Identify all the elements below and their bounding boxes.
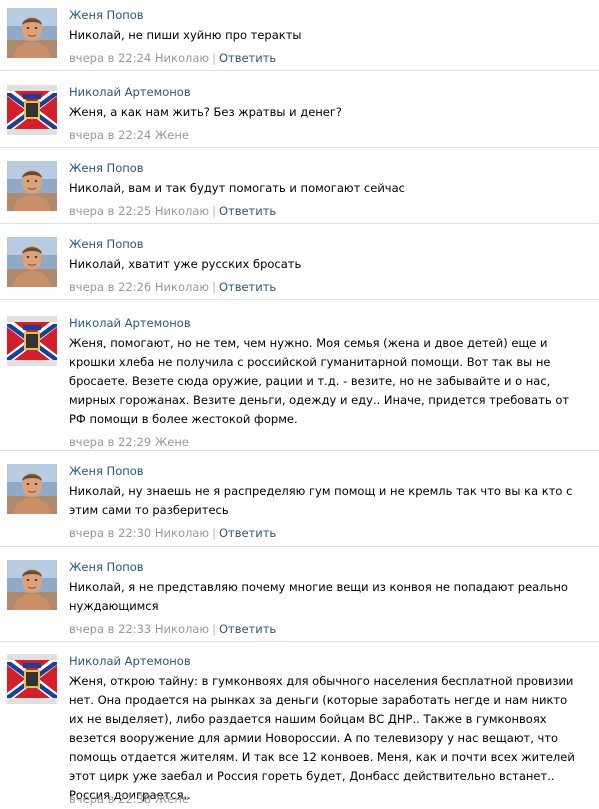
comment-addressee[interactable]: Жене xyxy=(155,792,189,806)
comment-text: Николай, не пиши хуйню про теракты xyxy=(69,28,302,42)
comment-addressee[interactable]: Николаю xyxy=(155,51,209,65)
comment-author-link[interactable]: Женя Попов xyxy=(69,560,144,574)
comment-text: Женя, помогают, но не тем, чем нужно. Мо… xyxy=(69,336,570,426)
comment-timestamp[interactable]: вчера в 22:29 xyxy=(69,435,151,449)
reply-link[interactable]: Ответить xyxy=(219,622,276,636)
comment-divider xyxy=(0,223,599,224)
comment-divider xyxy=(0,450,599,451)
meta-separator: | xyxy=(212,526,216,540)
reply-link[interactable]: Ответить xyxy=(219,204,276,218)
comment-divider xyxy=(0,70,599,71)
comment-text: Николай, я не представляю почему многие … xyxy=(69,580,568,613)
comment-addressee[interactable]: Николаю xyxy=(155,526,209,540)
comment-meta: вчера в 22:33 Николаю | Ответить xyxy=(69,622,276,636)
meta-separator: | xyxy=(212,622,216,636)
comment-text: Женя, открою тайну: в гумконвоях для обы… xyxy=(69,674,575,802)
comment-timestamp[interactable]: вчера в 22:33 xyxy=(69,622,151,636)
comment-meta: вчера в 22:29 Жене xyxy=(69,435,189,449)
comment-addressee[interactable]: Жене xyxy=(155,128,189,142)
comment-author-link[interactable]: Женя Попов xyxy=(69,464,144,478)
comment-timestamp[interactable]: вчера в 22:38 xyxy=(69,792,151,806)
meta-separator: | xyxy=(212,51,216,65)
man-photo-avatar[interactable] xyxy=(7,161,57,211)
comment-timestamp[interactable]: вчера в 22:30 xyxy=(69,526,151,540)
comment-timestamp[interactable]: вчера в 22:26 xyxy=(69,280,151,294)
comment-meta: вчера в 22:38 Жене xyxy=(69,792,189,806)
comment-meta: вчера в 22:24 Николаю | Ответить xyxy=(69,51,276,65)
comment-meta: вчера в 22:25 Николаю | Ответить xyxy=(69,204,276,218)
comment-divider xyxy=(0,299,599,300)
comment-timestamp[interactable]: вчера в 22:24 xyxy=(69,51,151,65)
reply-link[interactable]: Ответить xyxy=(219,280,276,294)
comment-meta: вчера в 22:30 Николаю | Ответить xyxy=(69,526,276,540)
novorossiya-flag-avatar[interactable] xyxy=(7,85,57,135)
reply-link[interactable]: Ответить xyxy=(219,51,276,65)
meta-separator: | xyxy=(212,280,216,294)
comment-text: Николай, хватит уже русских бросать xyxy=(69,257,302,271)
comment-addressee[interactable]: Жене xyxy=(155,435,189,449)
comment-author-link[interactable]: Женя Попов xyxy=(69,8,144,22)
comment-meta: вчера в 22:26 Николаю | Ответить xyxy=(69,280,276,294)
novorossiya-flag-avatar[interactable] xyxy=(7,316,57,366)
comment-author-link[interactable]: Женя Попов xyxy=(69,237,144,251)
comment-timestamp[interactable]: вчера в 22:25 xyxy=(69,204,151,218)
comment-addressee[interactable]: Николаю xyxy=(155,622,209,636)
comment-divider xyxy=(0,147,599,148)
comment-text: Женя, а как нам жить? Без жратвы и денег… xyxy=(69,105,343,119)
comment-meta: вчера в 22:24 Жене xyxy=(69,128,189,142)
comment-text: Николай, вам и так будут помогать и помо… xyxy=(69,181,405,195)
man-photo-avatar[interactable] xyxy=(7,237,57,287)
man-photo-avatar[interactable] xyxy=(7,560,57,610)
man-photo-avatar[interactable] xyxy=(7,8,57,58)
novorossiya-flag-avatar[interactable] xyxy=(7,654,57,704)
comment-author-link[interactable]: Николай Артемонов xyxy=(69,316,191,330)
comment-text: Николай, ну знаешь не я распределяю гум … xyxy=(69,484,573,517)
comment-addressee[interactable]: Николаю xyxy=(155,280,209,294)
comment-addressee[interactable]: Николаю xyxy=(155,204,209,218)
comment-author-link[interactable]: Николай Артемонов xyxy=(69,654,191,668)
comment-divider xyxy=(0,641,599,642)
comment-divider xyxy=(0,546,599,547)
meta-separator: | xyxy=(212,204,216,218)
comment-timestamp[interactable]: вчера в 22:24 xyxy=(69,128,151,142)
man-photo-avatar[interactable] xyxy=(7,464,57,514)
comment-author-link[interactable]: Николай Артемонов xyxy=(69,85,191,99)
reply-link[interactable]: Ответить xyxy=(219,526,276,540)
comment-author-link[interactable]: Женя Попов xyxy=(69,161,144,175)
